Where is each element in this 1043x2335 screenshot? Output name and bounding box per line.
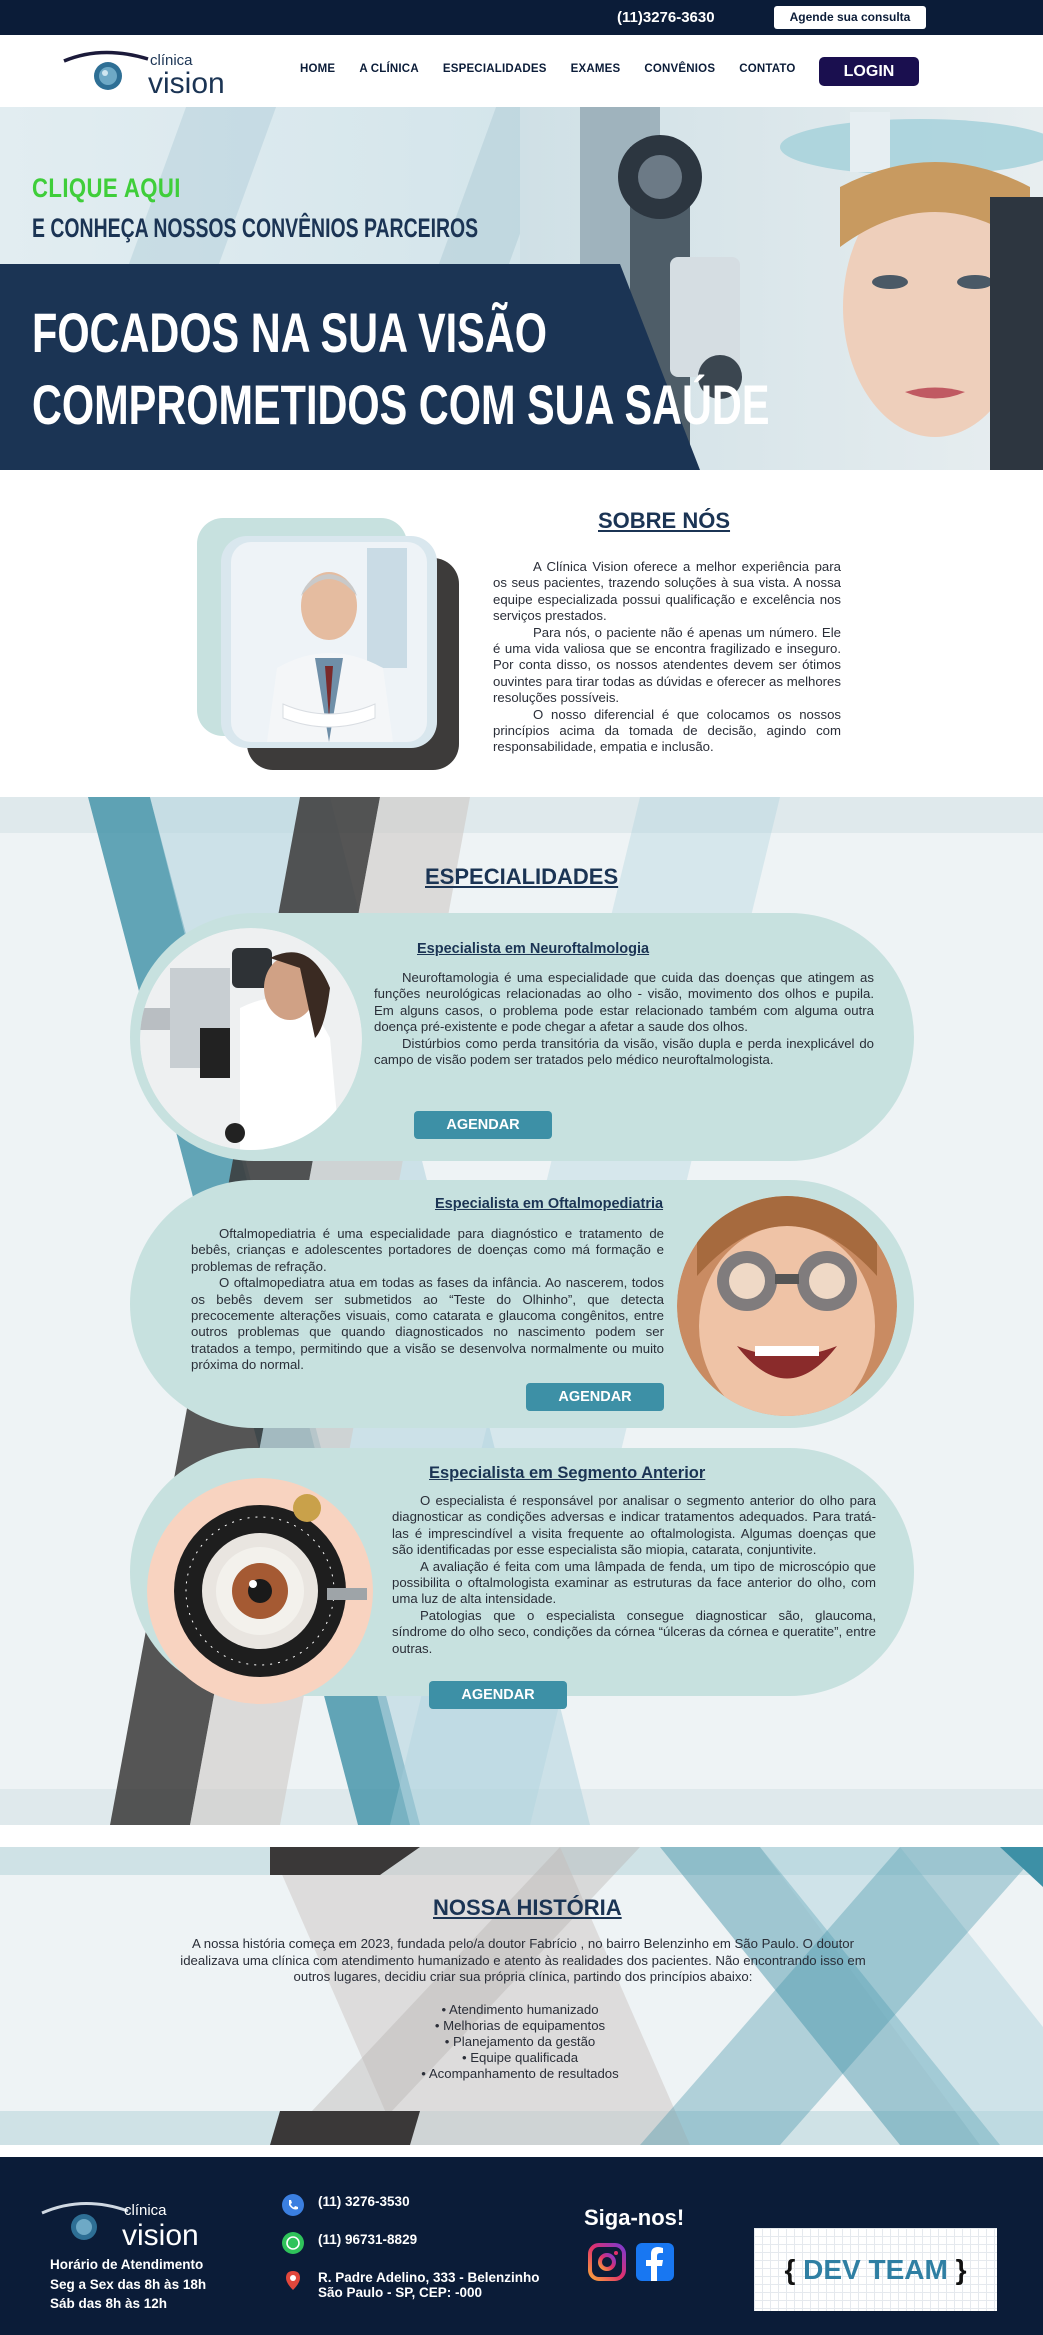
nav-links: HOME A CLÍNICA ESPECIALIDADES EXAMES CON… [300,63,820,75]
card-paragraph: Distúrbios como perda transitória da vis… [374,1035,874,1068]
historia-decor [0,1847,1043,2145]
agendar-button-segmento[interactable]: AGENDAR [429,1681,567,1709]
card-paragraph: O especialista é responsável por analisa… [392,1493,876,1558]
hero-banner: CLIQUE AQUI E CONHEÇA NOSSOS CONVÊNIOS P… [0,107,1043,470]
footer-address-line-2: São Paulo - SP, CEP: -000 [318,2285,483,2300]
footer: clínica vision Horário de Atendimento Se… [0,2157,1043,2335]
dev-team-label: DEV TEAM [803,2254,948,2285]
nav-especialidades[interactable]: ESPECIALIDADES [443,63,547,75]
sobre-title: SOBRE NÓS [598,508,731,533]
card-title: Especialista em Segmento Anterior [429,1464,706,1482]
sobre-paragraph: A Clínica Vision oferece a melhor experi… [493,559,841,624]
hero-headline-line-2: COMPROMETIDOS COM SUA SAÚDE [32,373,770,436]
footer-hours: Horário de Atendimento Seg a Sex das 8h … [50,2255,206,2314]
footer-logo-small-text: clínica [124,2202,167,2219]
list-item: Melhorias de equipamentos [330,2018,710,2034]
hero-headline: FOCADOS NA SUA VISÃO COMPROMETIDOS COM S… [32,297,770,441]
top-bar: (11)3276-3630 Agende sua consulta [0,0,1043,35]
nav-home[interactable]: HOME [300,63,335,75]
nav-contato[interactable]: CONTATO [739,63,795,75]
card-text: O especialista é responsável por analisa… [392,1493,876,1657]
instagram-icon[interactable] [588,2243,626,2281]
hero-headline-line-1: FOCADOS NA SUA VISÃO [32,301,547,364]
eye-dial-illustration [147,1478,373,1704]
sobre-paragraph: O nosso diferencial é que colocamos os n… [493,706,841,755]
main-nav: clínica vision HOME A CLÍNICA ESPECIALID… [0,35,1043,107]
nav-clinica[interactable]: A CLÍNICA [359,63,419,75]
footer-phone-row[interactable]: (11) 3276-3530 [282,2194,540,2232]
especialidades-title: ESPECIALIDADES [425,864,619,889]
agendar-button-neuro[interactable]: AGENDAR [414,1111,552,1139]
phone-icon [282,2194,304,2216]
card-paragraph: Patologias que o especialista consegue d… [392,1607,876,1656]
social-links [588,2243,674,2281]
doctor-photo [197,518,459,770]
facebook-icon[interactable] [636,2243,674,2281]
list-item: Planejamento da gestão [330,2034,710,2050]
historia-title: NOSSA HISTÓRIA [433,1895,622,1920]
card-paragraph: Oftalmopediatria é uma especialidade par… [191,1226,664,1274]
hours-title: Horário de Atendimento [50,2257,204,2272]
hours-weekdays: Seg a Sex das 8h às 18h [50,2276,207,2292]
location-pin-icon [286,2271,300,2290]
card-paragraph: Neuroftamologia é uma especialidade que … [374,970,874,1035]
hero-cta-convenios[interactable]: E CONHEÇA NOSSOS CONVÊNIOS PARCEIROS [32,213,478,244]
nav-convenios[interactable]: CONVÊNIOS [644,63,715,75]
card-text: Oftalmopediatria é uma especialidade par… [191,1226,664,1374]
follow-us-label: Siga-nos! [584,2205,685,2230]
child-glasses-photo [677,1196,897,1416]
historia-section [0,1847,1043,2145]
card-paragraph: O oftalmopediatra atua em todas as fases… [191,1275,664,1373]
list-item: Acompanhamento de resultados [330,2066,710,2082]
login-button[interactable]: LOGIN [819,57,919,86]
agendar-button-oftalmo[interactable]: AGENDAR [526,1383,664,1411]
historia-text: A nossa história começa em 2023, fundada… [180,1936,866,1984]
footer-contact: (11) 3276-3530 (11) 96731-8829 R. Padre … [282,2194,540,2308]
footer-phone[interactable]: (11) 3276-3530 [318,2194,410,2209]
hero-cta-click-here[interactable]: CLIQUE AQUI [32,173,181,204]
nav-exames[interactable]: EXAMES [571,63,621,75]
footer-whatsapp-row[interactable]: (11) 96731-8829 [282,2232,540,2270]
clinic-logo[interactable]: clínica vision [62,43,242,100]
card-text: Neuroftamologia é uma especialidade que … [374,970,874,1068]
card-paragraph: A avaliação é feita com uma lâmpada de f… [392,1558,876,1607]
footer-address-line-1: R. Padre Adelino, 333 - Belenzinho [318,2270,540,2285]
historia-principles-list: Atendimento humanizado Melhorias de equi… [330,2002,710,2082]
footer-address-row[interactable]: R. Padre Adelino, 333 - Belenzinho São P… [282,2270,540,2308]
footer-logo[interactable]: clínica vision [38,2191,213,2252]
top-phone[interactable]: (11)3276-3630 [617,9,715,26]
book-appointment-button[interactable]: Agende sua consulta [774,6,926,29]
brace-left: { [784,2254,796,2285]
list-item: Equipe qualificada [330,2050,710,2066]
card-title: Especialista em Neuroftalmologia [417,941,650,957]
sobre-paragraph: Para nós, o paciente não é apenas um núm… [493,624,841,706]
neuro-exam-photo [140,928,362,1150]
logo-big-text: vision [148,67,225,99]
brace-right: } [955,2254,967,2285]
dev-team-badge: { DEV TEAM } [754,2228,997,2311]
sobre-text: A Clínica Vision oferece a melhor experi… [493,559,841,756]
footer-whatsapp[interactable]: (11) 96731-8829 [318,2232,417,2247]
hours-saturday: Sáb das 8h às 12h [50,2296,168,2311]
list-item: Atendimento humanizado [330,2002,710,2018]
card-title: Especialista em Oftalmopediatria [435,1196,664,1212]
whatsapp-icon [282,2232,304,2254]
footer-logo-big-text: vision [122,2219,199,2251]
